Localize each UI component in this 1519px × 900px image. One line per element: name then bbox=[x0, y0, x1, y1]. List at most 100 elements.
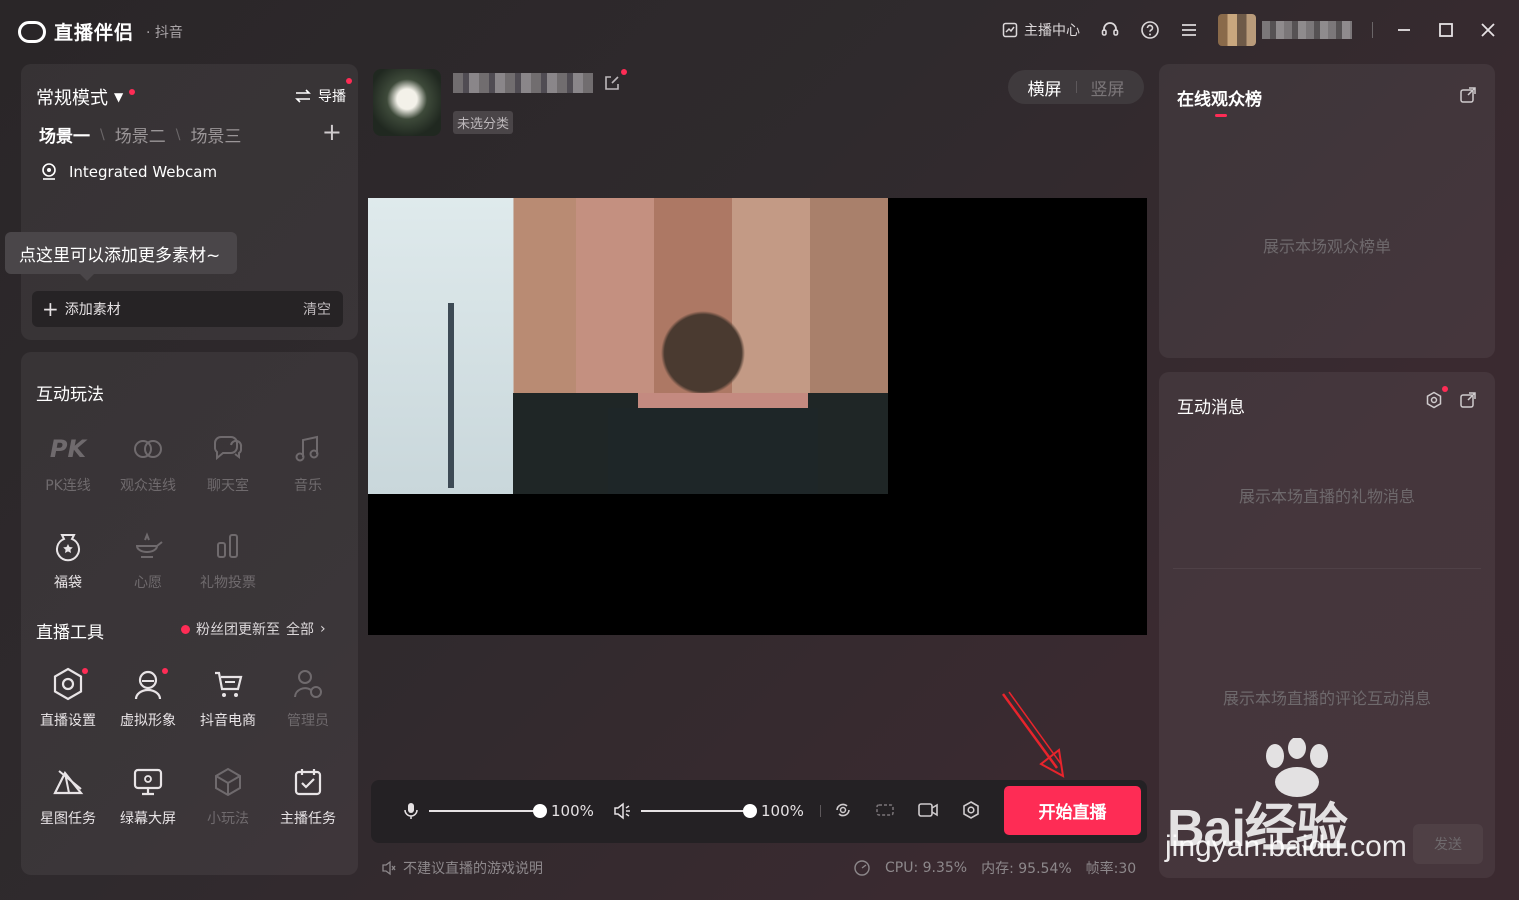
mode-label: 常规模式 bbox=[36, 88, 108, 109]
microphone-icon[interactable] bbox=[403, 802, 419, 820]
tool-star-task[interactable]: 星图任务 bbox=[28, 762, 108, 828]
close-button[interactable] bbox=[1477, 19, 1499, 41]
tool-label: 礼物投票 bbox=[200, 575, 256, 591]
tab-scene-3[interactable]: 场景三 bbox=[190, 122, 241, 147]
plus-icon: + bbox=[42, 297, 59, 321]
control-bar: 100% 100% 开始直播 bbox=[371, 780, 1147, 843]
mode-selector[interactable]: 常规模式 ▼ bbox=[36, 84, 136, 110]
tab-scene-1[interactable]: 场景一 bbox=[39, 122, 90, 147]
fans-update-link[interactable]: 粉丝团更新至 全部 › bbox=[181, 619, 326, 639]
separator: \ bbox=[100, 126, 105, 143]
admin-icon bbox=[294, 670, 322, 698]
wish-lamp-icon bbox=[135, 532, 163, 558]
add-material-tooltip: 点这里可以添加更多素材~ bbox=[5, 232, 237, 281]
director-button[interactable]: 导播 bbox=[294, 78, 352, 106]
tool-audience-link[interactable]: 观众连线 bbox=[108, 429, 188, 495]
settings-icon[interactable] bbox=[1425, 386, 1448, 409]
all-label: 全部 bbox=[286, 622, 314, 638]
slider-knob[interactable] bbox=[743, 804, 757, 818]
maximize-button[interactable] bbox=[1435, 19, 1457, 41]
tool-label: 福袋 bbox=[54, 575, 82, 591]
tool-anchor-task[interactable]: 主播任务 bbox=[268, 762, 348, 828]
minimize-button[interactable] bbox=[1393, 19, 1415, 41]
popout-icon[interactable] bbox=[1459, 391, 1477, 409]
gift-placeholder: 展示本场直播的礼物消息 bbox=[1238, 487, 1415, 506]
edit-icon[interactable] bbox=[603, 74, 621, 96]
annotation-arrow bbox=[1001, 691, 1065, 778]
popout-icon[interactable] bbox=[1459, 86, 1477, 104]
message-title: 互动消息 bbox=[1177, 398, 1245, 418]
start-live-button[interactable]: 开始直播 bbox=[1004, 786, 1141, 835]
link-icon bbox=[134, 440, 162, 458]
tool-mini-game[interactable]: 小玩法 bbox=[188, 762, 268, 828]
user-profile[interactable] bbox=[1218, 14, 1352, 46]
camera-icon[interactable] bbox=[917, 801, 939, 819]
tool-chat-room[interactable]: 聊天室 bbox=[188, 429, 268, 495]
fans-update-label: 粉丝团更新至 bbox=[196, 622, 280, 638]
audience-rank-panel: 在线观众榜 展示本场观众榜单 bbox=[1159, 64, 1495, 358]
tooltip-text: 点这里可以添加更多素材~ bbox=[19, 245, 221, 266]
tool-label: 直播设置 bbox=[40, 713, 96, 729]
tool-label: 管理员 bbox=[287, 713, 329, 729]
tool-virtual-avatar[interactable]: 虚拟形象 bbox=[108, 664, 188, 730]
tool-label: 主播任务 bbox=[280, 811, 336, 827]
platform-label: · 抖音 bbox=[146, 24, 183, 41]
rank-title[interactable]: 在线观众榜 bbox=[1177, 85, 1262, 110]
pole bbox=[448, 303, 454, 488]
anchor-center-button[interactable]: 主播中心 bbox=[1002, 20, 1080, 40]
tool-green-screen[interactable]: 绿幕大屏 bbox=[108, 762, 188, 828]
slider-knob[interactable] bbox=[533, 804, 547, 818]
add-scene-button[interactable]: + bbox=[322, 120, 342, 144]
speaker-volume-slider[interactable] bbox=[641, 804, 757, 818]
live-preview[interactable] bbox=[368, 198, 1147, 635]
help-icon[interactable] bbox=[1140, 20, 1160, 40]
perf-stats: CPU: 9.35% 内存: 95.54% 帧率:30 bbox=[853, 858, 1136, 878]
notification-dot bbox=[181, 624, 190, 634]
landscape-option[interactable]: 横屏 bbox=[1028, 75, 1062, 100]
cart-icon bbox=[215, 671, 243, 697]
music-icon bbox=[295, 435, 319, 462]
portrait-option[interactable]: 竖屏 bbox=[1091, 75, 1125, 100]
avatar bbox=[1218, 14, 1256, 46]
tab-scene-2[interactable]: 场景二 bbox=[115, 122, 166, 147]
tool-wish[interactable]: 心愿 bbox=[108, 526, 188, 592]
performance-icon bbox=[853, 859, 871, 877]
mic-volume-slider[interactable] bbox=[429, 804, 547, 818]
tool-music[interactable]: 音乐 bbox=[268, 429, 348, 495]
caret-down-icon: ▼ bbox=[114, 90, 124, 104]
headset-icon[interactable] bbox=[1100, 20, 1120, 40]
divider bbox=[820, 805, 821, 817]
divider bbox=[1372, 22, 1373, 38]
lucky-bag-icon bbox=[56, 534, 80, 562]
tab-underline bbox=[1215, 114, 1227, 117]
speaker-volume-value: 100% bbox=[761, 802, 804, 820]
tool-live-settings[interactable]: 直播设置 bbox=[28, 664, 108, 730]
mirror-icon[interactable] bbox=[875, 800, 895, 820]
room-cover[interactable] bbox=[373, 69, 441, 136]
person-body bbox=[608, 408, 818, 494]
settings-icon[interactable] bbox=[961, 800, 981, 820]
tool-admin[interactable]: 管理员 bbox=[268, 664, 348, 730]
tool-lucky-bag[interactable]: 福袋 bbox=[28, 526, 108, 592]
category-tag[interactable]: 未选分类 bbox=[453, 111, 514, 134]
tool-pk-link[interactable]: PK PK连线 bbox=[28, 429, 108, 495]
clear-button[interactable]: 清空 bbox=[303, 299, 331, 319]
app-logo: 直播伴侣 · 抖音 bbox=[18, 18, 183, 45]
webcam-icon bbox=[39, 162, 59, 182]
logo-icon bbox=[18, 20, 46, 43]
refresh-camera-icon[interactable] bbox=[833, 800, 853, 820]
tool-label: 星图任务 bbox=[40, 811, 96, 827]
add-material-button[interactable]: + 添加素材 bbox=[42, 299, 121, 319]
tool-label: 虚拟形象 bbox=[120, 713, 176, 729]
menu-icon[interactable] bbox=[1180, 22, 1198, 38]
bar-chart-icon bbox=[217, 534, 238, 558]
source-item-webcam[interactable]: Integrated Webcam bbox=[39, 162, 217, 182]
speaker-icon[interactable] bbox=[613, 802, 631, 820]
tool-ecommerce[interactable]: 抖音电商 bbox=[188, 664, 268, 730]
tools-section-title: 直播工具 bbox=[36, 623, 104, 643]
tool-gift-vote[interactable]: 礼物投票 bbox=[188, 526, 268, 592]
game-notice-link[interactable]: 不建议直播的游戏说明 bbox=[381, 858, 543, 878]
tool-label: 音乐 bbox=[294, 478, 322, 494]
director-label: 导播 bbox=[318, 89, 346, 105]
tool-label: 聊天室 bbox=[207, 478, 249, 494]
